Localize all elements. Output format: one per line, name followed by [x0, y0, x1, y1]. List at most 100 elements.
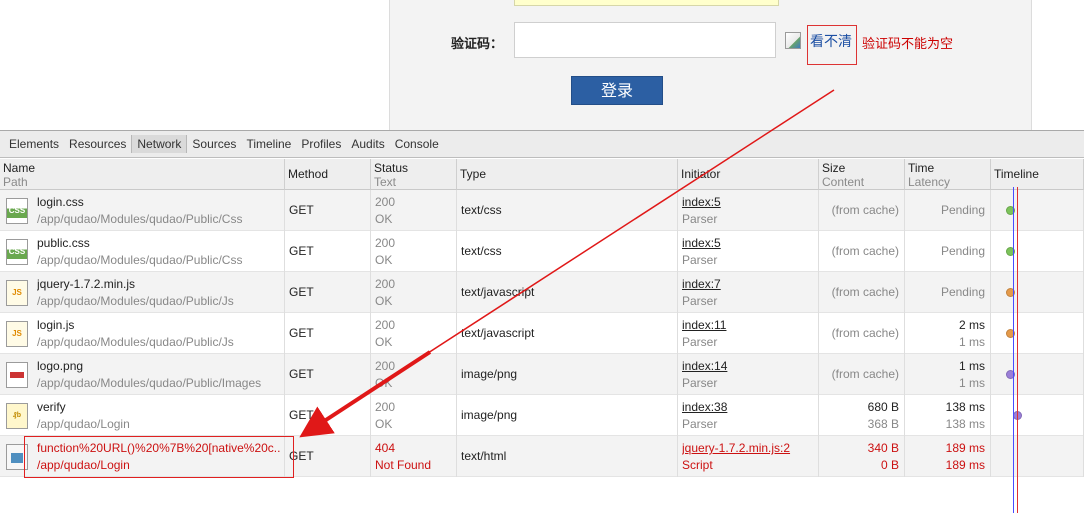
login-button[interactable]: 登录: [571, 76, 663, 105]
request-type: text/css: [457, 231, 678, 272]
request-method: GET: [285, 436, 371, 477]
transfer-size: 680 B: [867, 400, 899, 414]
status-text: OK: [375, 212, 393, 226]
cell-time: 138 ms 138 ms: [905, 395, 991, 436]
initiator-link[interactable]: jquery-1.7.2.min.js:2: [682, 440, 814, 457]
status-code: 200: [375, 277, 396, 291]
password-field[interactable]: [514, 0, 779, 6]
transfer-size: (from cache): [819, 313, 905, 354]
captcha-input[interactable]: [514, 22, 776, 58]
transfer-size: (from cache): [819, 272, 905, 313]
column-header-initiator[interactable]: Initiator: [678, 159, 819, 190]
status-code: 200: [375, 400, 396, 414]
initiator-link[interactable]: index:5: [682, 194, 814, 211]
request-type: image/png: [457, 354, 678, 395]
request-name[interactable]: verify: [37, 399, 280, 416]
captcha-broken-image-icon[interactable]: [785, 32, 801, 49]
request-name[interactable]: jquery-1.7.2.min.js: [37, 276, 280, 293]
request-name[interactable]: logo.png: [37, 358, 280, 375]
column-header-path-label: Path: [3, 175, 28, 189]
request-path: /app/qudao/Modules/qudao/Public/Images: [37, 376, 262, 390]
cell-status: 200 OK: [371, 272, 457, 313]
column-header-time[interactable]: Time Latency: [905, 159, 991, 190]
request-type: text/html: [457, 436, 678, 477]
request-row[interactable]: CSS public.css/app/qudao/Modules/qudao/Pu…: [0, 231, 1084, 272]
refresh-captcha-link[interactable]: 看不清: [810, 31, 852, 51]
transfer-size: (from cache): [819, 190, 905, 231]
request-method: GET: [285, 354, 371, 395]
cell-initiator: index:5 Parser: [678, 231, 819, 272]
status-code: 200: [375, 236, 396, 250]
cell-status: 200 OK: [371, 231, 457, 272]
failed-request-highlight: [24, 436, 294, 478]
transfer-size: 340 B: [867, 441, 899, 455]
status-text: OK: [375, 376, 393, 390]
tab-console[interactable]: Console: [390, 135, 444, 153]
request-method: GET: [285, 231, 371, 272]
transfer-size: (from cache): [819, 231, 905, 272]
request-name[interactable]: login.css: [37, 194, 280, 211]
cell-timeline: [991, 354, 1084, 395]
request-name[interactable]: login.js: [37, 317, 280, 334]
tab-resources[interactable]: Resources: [64, 135, 131, 153]
cell-time: 2 ms 1 ms: [905, 313, 991, 354]
cell-status: 200 OK: [371, 354, 457, 395]
request-path: /app/qudao/Modules/qudao/Public/Js: [37, 335, 234, 349]
image-file-icon: [6, 362, 28, 388]
dom-content-loaded-line: [1013, 187, 1014, 513]
request-latency: 1 ms: [958, 376, 985, 390]
cell-timeline: [991, 395, 1084, 436]
tab-timeline[interactable]: Timeline: [241, 135, 296, 153]
initiator-link[interactable]: index:38: [682, 399, 814, 416]
column-header-method[interactable]: Method: [285, 159, 371, 190]
request-path: /app/qudao/Modules/qudao/Public/Css: [37, 212, 243, 226]
tab-elements[interactable]: Elements: [4, 135, 64, 153]
initiator-link[interactable]: index:7: [682, 276, 814, 293]
cell-size: 680 B 368 B: [819, 395, 905, 436]
column-header-name-label: Name: [3, 161, 36, 175]
content-size: 0 B: [880, 458, 899, 472]
request-row[interactable]: JS jquery-1.7.2.min.js/app/qudao/Modules/…: [0, 272, 1084, 313]
request-time: Pending: [905, 272, 991, 313]
column-header-latency-label: Latency: [908, 175, 951, 189]
cell-initiator: index:5 Parser: [678, 190, 819, 231]
status-text: Not Found: [375, 458, 432, 472]
verify-image-icon: ₰b: [6, 403, 28, 429]
cell-timeline: [991, 190, 1084, 231]
request-latency: 1 ms: [958, 335, 985, 349]
request-method: GET: [285, 272, 371, 313]
captcha-error-message: 验证码不能为空: [862, 36, 954, 51]
initiator-link[interactable]: index:11: [682, 317, 814, 334]
status-text: OK: [375, 253, 393, 267]
request-path: /app/qudao/Login: [37, 417, 130, 431]
column-header-type[interactable]: Type: [457, 159, 678, 190]
request-method: GET: [285, 395, 371, 436]
cell-initiator: index:14 Parser: [678, 354, 819, 395]
request-row[interactable]: CSS login.css/app/qudao/Modules/qudao/Pub…: [0, 190, 1084, 231]
request-type: text/javascript: [457, 313, 678, 354]
tab-sources[interactable]: Sources: [187, 135, 241, 153]
cell-size: 340 B 0 B: [819, 436, 905, 477]
request-type: text/javascript: [457, 272, 678, 313]
content-size: 368 B: [867, 417, 899, 431]
column-header-size[interactable]: Size Content: [819, 159, 905, 190]
request-row[interactable]: JS login.js/app/qudao/Modules/qudao/Publi…: [0, 313, 1084, 354]
column-header-status[interactable]: Status Text: [371, 159, 457, 190]
cell-status: 200 OK: [371, 395, 457, 436]
cell-time: 189 ms 189 ms: [905, 436, 991, 477]
tab-audits[interactable]: Audits: [346, 135, 389, 153]
js-file-icon: JS: [6, 280, 28, 306]
initiator-link[interactable]: index:5: [682, 235, 814, 252]
request-path: /app/qudao/Modules/qudao/Public/Js: [37, 294, 234, 308]
column-header-name[interactable]: Name Path: [0, 159, 285, 190]
request-row[interactable]: logo.png/app/qudao/Modules/qudao/Public/…: [0, 354, 1084, 395]
column-header-timeline[interactable]: Timeline: [991, 159, 1084, 190]
request-name[interactable]: public.css: [37, 235, 280, 252]
initiator-type: Parser: [682, 417, 718, 431]
initiator-type: Parser: [682, 253, 718, 267]
initiator-link[interactable]: index:14: [682, 358, 814, 375]
request-row[interactable]: ₰b verify/app/qudao/Login GET 200 OK image/pn…: [0, 395, 1084, 436]
request-time: Pending: [905, 231, 991, 272]
tab-profiles[interactable]: Profiles: [296, 135, 346, 153]
tab-network[interactable]: Network: [131, 135, 188, 153]
